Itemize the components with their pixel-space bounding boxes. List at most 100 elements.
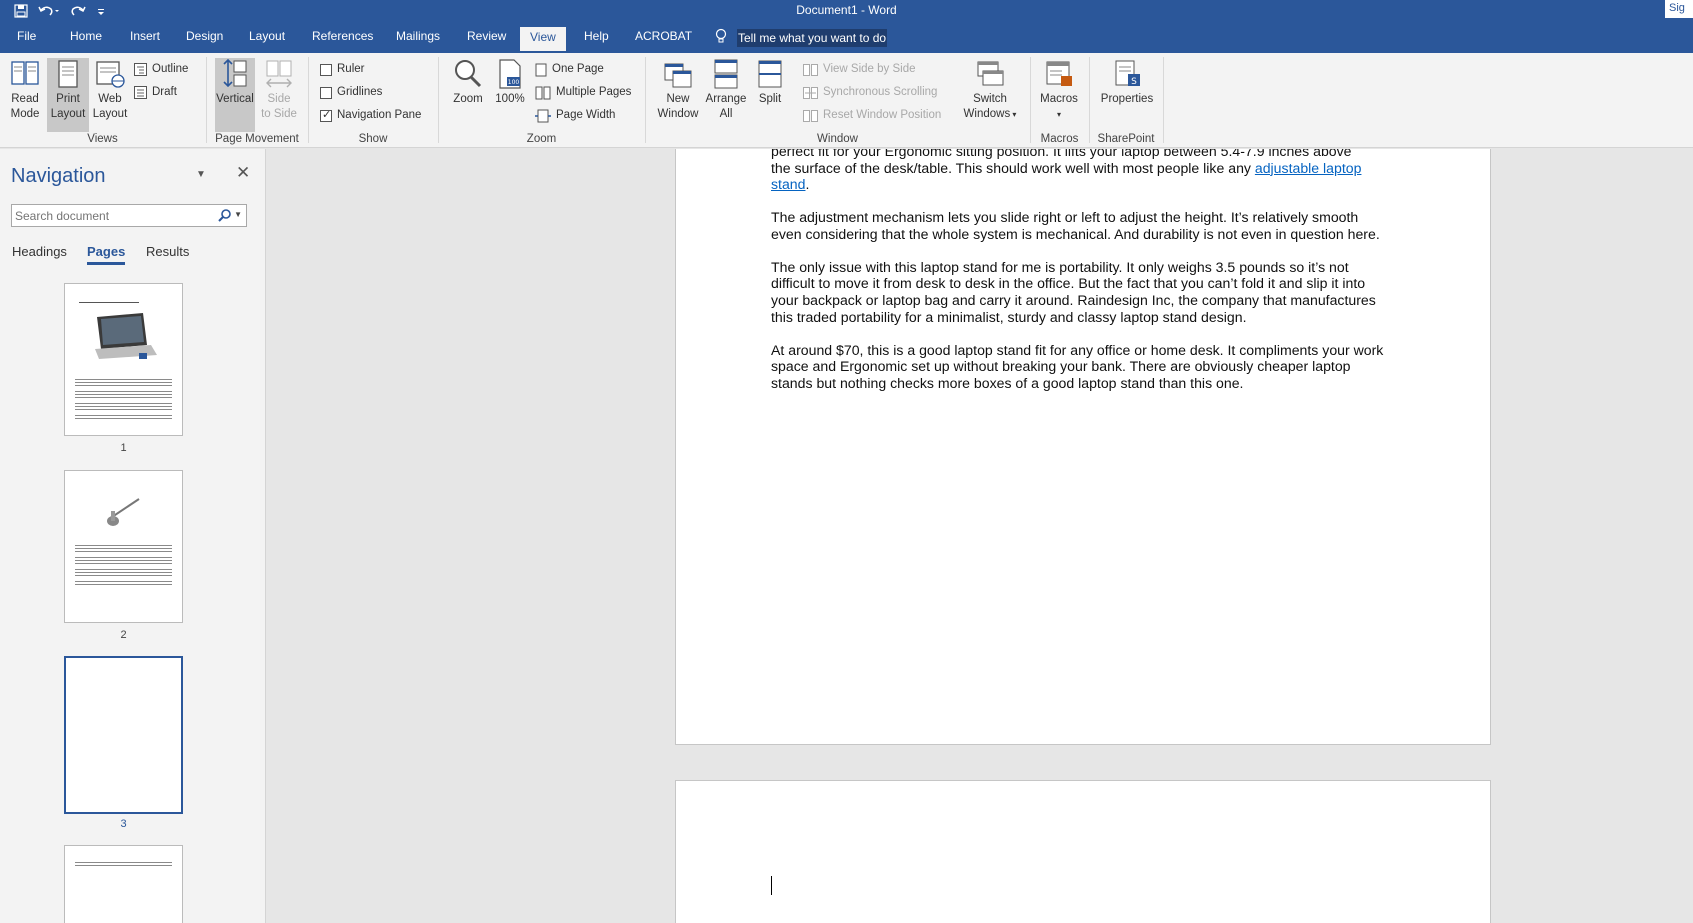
tab-headings[interactable]: Headings xyxy=(12,244,67,259)
page-width-button[interactable]: Page Width xyxy=(535,108,615,123)
gridlines-checkbox[interactable]: Gridlines xyxy=(320,85,382,100)
search-input[interactable] xyxy=(12,205,212,226)
separator xyxy=(308,57,309,143)
reset-window-position-button[interactable]: Reset Window Position xyxy=(803,108,941,123)
ruler-label: Ruler xyxy=(337,63,365,75)
views-group-label: Views xyxy=(87,133,118,145)
switch-windows-icon xyxy=(977,61,1004,86)
tell-me-box[interactable]: Tell me what you want to do xyxy=(715,28,888,47)
outline-button[interactable]: Outline xyxy=(134,62,188,77)
tab-home[interactable]: Home xyxy=(70,29,102,43)
properties-button[interactable]: S Properties xyxy=(1096,58,1158,107)
one-page-button[interactable]: One Page xyxy=(535,62,604,77)
view-side-by-side-label: View Side by Side xyxy=(823,63,916,75)
side-to-side-label-1: Side xyxy=(267,93,291,105)
document-area[interactable]: perfect fit for your Ergonomic sitting p… xyxy=(267,149,1693,923)
adjustable-laptop-stand-link[interactable]: adjustable laptop xyxy=(1255,160,1362,176)
page-thumbnail-3[interactable] xyxy=(64,656,183,814)
tab-help[interactable]: Help xyxy=(584,29,609,43)
zoom-100-icon: 100 xyxy=(499,59,521,89)
split-button[interactable]: Split xyxy=(752,58,788,107)
reset-window-position-icon xyxy=(803,109,818,122)
read-mode-button[interactable]: Read Mode xyxy=(6,58,44,122)
new-window-label-2: Window xyxy=(657,108,699,120)
arrange-all-button[interactable]: Arrange All xyxy=(703,58,749,122)
paragraph-4: At around $70, this is a good laptop sta… xyxy=(771,341,1384,391)
tab-design[interactable]: Design xyxy=(186,29,223,43)
stand-link[interactable]: stand xyxy=(771,176,805,192)
web-layout-label-2: Layout xyxy=(92,108,128,120)
sign-in-button[interactable]: Sig xyxy=(1665,0,1693,18)
ribbon-view: Read Mode Print Layout Web Layout Outlin… xyxy=(0,53,1693,148)
chevron-down-icon: ▾ xyxy=(1010,110,1017,119)
tab-view[interactable]: View xyxy=(520,27,566,51)
ruler-checkbox-box[interactable] xyxy=(320,63,332,76)
arrange-all-icon xyxy=(714,59,738,89)
navigation-pane-checkbox-box[interactable] xyxy=(320,108,332,123)
search-options-chevron-icon[interactable]: ▼ xyxy=(234,210,242,219)
view-side-by-side-button[interactable]: View Side by Side xyxy=(803,62,915,77)
separator xyxy=(1163,57,1164,143)
window-title: Document1 - Word xyxy=(796,3,897,17)
multiple-pages-label: Multiple Pages xyxy=(556,86,632,98)
tab-results[interactable]: Results xyxy=(146,244,189,259)
side-to-side-icon xyxy=(266,60,292,88)
macros-group-label: Macros xyxy=(1040,133,1079,145)
macros-label: Macros xyxy=(1040,93,1078,105)
tab-mailings[interactable]: Mailings xyxy=(396,29,440,43)
web-layout-button[interactable]: Web Layout xyxy=(92,58,128,122)
tab-insert[interactable]: Insert xyxy=(130,29,160,43)
document-page-next[interactable] xyxy=(675,780,1491,923)
ruler-checkbox[interactable]: Ruler xyxy=(320,62,364,77)
zoom-100-button[interactable]: 100 100% xyxy=(493,58,527,107)
navigation-options-chevron-icon[interactable]: ▼ xyxy=(196,169,206,180)
page-width-label: Page Width xyxy=(556,109,616,121)
macros-button[interactable]: Macros ▾ xyxy=(1036,58,1082,122)
search-icon[interactable] xyxy=(218,208,232,225)
tab-pages[interactable]: Pages xyxy=(87,244,126,265)
switch-windows-button[interactable]: Switch Windows ▾ xyxy=(957,58,1023,122)
synchronous-scrolling-icon xyxy=(803,86,818,99)
new-window-button[interactable]: New Window xyxy=(653,58,703,122)
properties-label: Properties xyxy=(1100,93,1154,105)
separator xyxy=(645,57,646,143)
page-thumbnail-4[interactable] xyxy=(64,845,183,923)
side-to-side-button[interactable]: Side to Side xyxy=(259,58,299,122)
close-icon[interactable]: ✕ xyxy=(236,163,250,183)
web-layout-label-1: Web xyxy=(98,93,122,105)
chevron-down-icon: ▾ xyxy=(1056,110,1061,119)
page-thumbnail-1[interactable] xyxy=(64,283,183,436)
navigation-title: Navigation xyxy=(11,165,106,187)
text-cursor xyxy=(771,876,772,895)
print-layout-button[interactable]: Print Layout xyxy=(47,58,89,132)
one-page-label: One Page xyxy=(552,63,604,75)
separator xyxy=(1089,57,1090,143)
zoom-group-label: Zoom xyxy=(526,133,557,145)
synchronous-scrolling-button[interactable]: Synchronous Scrolling xyxy=(803,85,937,100)
tab-layout[interactable]: Layout xyxy=(249,29,285,43)
outline-icon xyxy=(134,63,147,76)
split-label: Split xyxy=(758,93,782,105)
tab-references[interactable]: References xyxy=(312,29,373,43)
gridlines-checkbox-box[interactable] xyxy=(320,86,332,99)
tell-me-text: Tell me what you want to do xyxy=(737,28,888,47)
zoom-100-label: 100% xyxy=(495,93,525,105)
multiple-pages-button[interactable]: Multiple Pages xyxy=(535,85,631,100)
side-to-side-label-2: to Side xyxy=(261,108,297,120)
tab-file[interactable]: File xyxy=(17,29,36,43)
tab-review[interactable]: Review xyxy=(467,29,506,43)
draft-button[interactable]: Draft xyxy=(134,85,177,100)
paragraph-1-line-1: perfect fit for your Ergonomic sitting p… xyxy=(771,149,1352,159)
print-layout-label-1: Print xyxy=(56,93,80,105)
document-page[interactable]: perfect fit for your Ergonomic sitting p… xyxy=(675,149,1491,745)
switch-windows-label-2: Windows xyxy=(963,108,1011,120)
laptop-image xyxy=(95,313,157,359)
document-body[interactable]: perfect fit for your Ergonomic sitting p… xyxy=(771,149,1391,408)
zoom-button[interactable]: Zoom xyxy=(447,58,489,107)
tab-acrobat[interactable]: ACROBAT xyxy=(635,29,692,43)
navigation-pane-checkbox[interactable]: Navigation Pane xyxy=(320,108,421,123)
reset-window-position-label: Reset Window Position xyxy=(823,109,942,121)
page-thumbnail-2[interactable] xyxy=(64,470,183,623)
ribbon-tabs: File Home Insert Design Layout Reference… xyxy=(0,22,1693,53)
vertical-button[interactable]: Vertical xyxy=(215,58,255,132)
